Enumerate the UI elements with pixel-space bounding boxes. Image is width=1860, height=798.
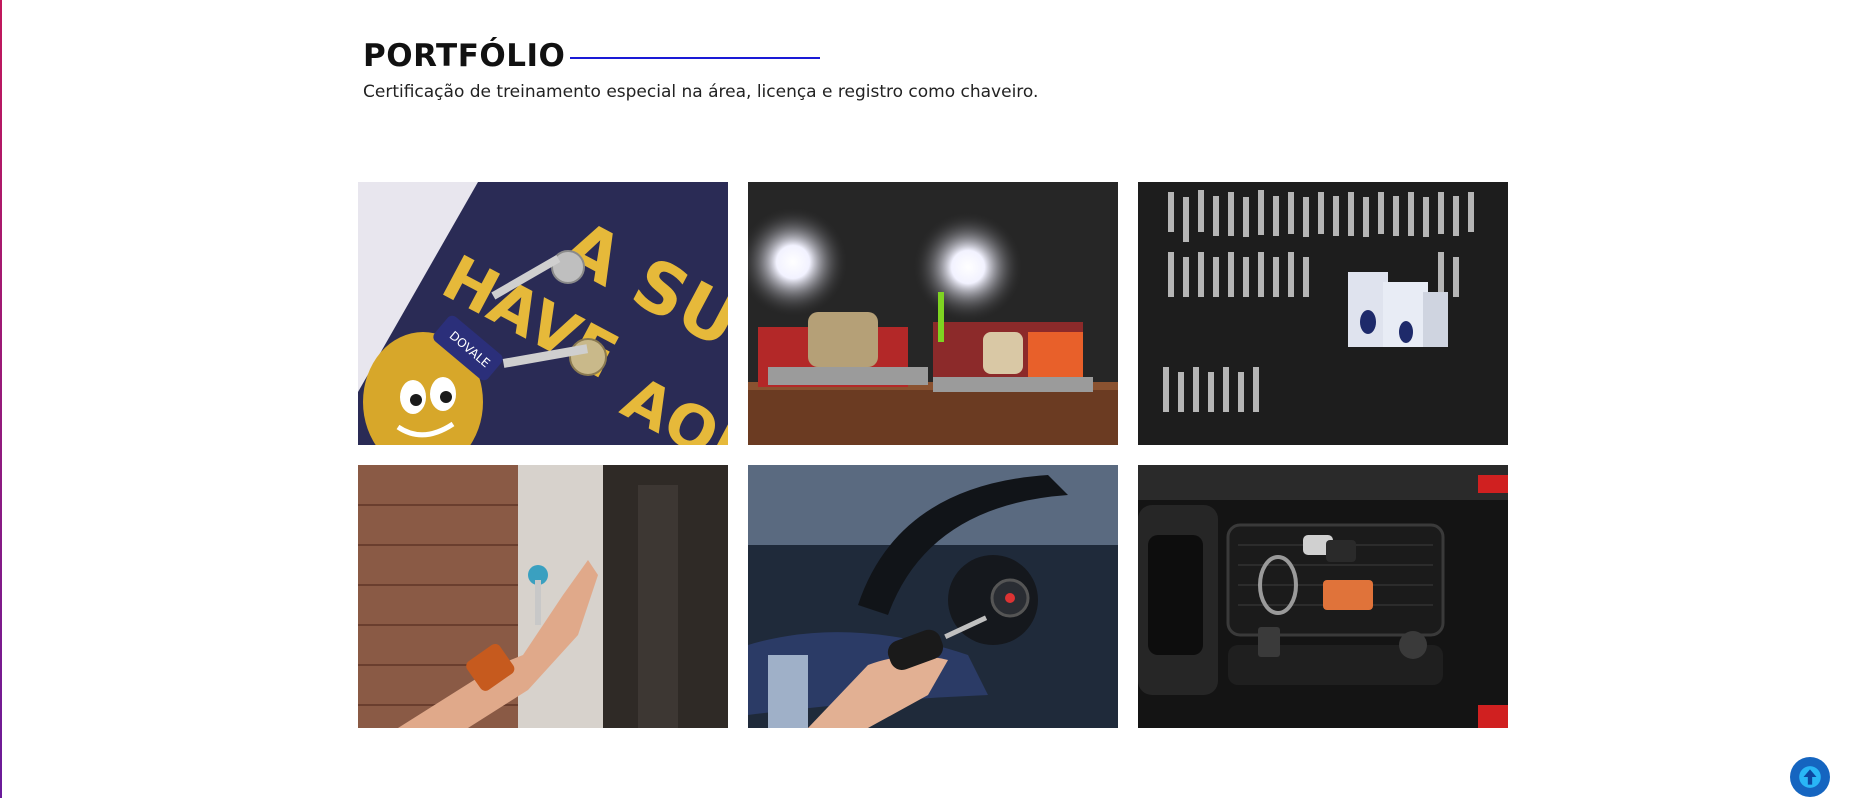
portfolio-gallery: HAVE A SU AQU DOVALE [358, 182, 1510, 728]
portfolio-section: PORTFÓLIO Certificação de treinamento es… [363, 38, 1513, 102]
car-key-ignition-image [748, 465, 1118, 728]
keys-on-car-console-image [1138, 465, 1508, 728]
gallery-image-key-cutting-machines[interactable] [748, 182, 1118, 445]
portfolio-subtitle: Certificação de treinamento especial na … [363, 82, 1039, 102]
gallery-image-keys-on-car-console[interactable] [1138, 465, 1508, 728]
gallery-image-hand-holding-key[interactable] [358, 465, 728, 728]
key-wall-display-image [1138, 182, 1508, 445]
portfolio-title: PORTFÓLIO [363, 38, 566, 74]
gallery-image-keys-on-banner[interactable]: HAVE A SU AQU DOVALE [358, 182, 728, 445]
keys-on-banner-image: HAVE A SU AQU DOVALE [358, 182, 728, 445]
arrow-up-icon [1799, 766, 1821, 788]
portfolio-title-row: PORTFÓLIO [363, 38, 1513, 74]
left-accent-bar [0, 0, 2, 798]
title-underline [570, 56, 821, 59]
scroll-to-top-button[interactable] [1790, 757, 1830, 797]
key-cutting-machines-image [748, 182, 1118, 445]
hand-holding-key-image [358, 465, 728, 728]
gallery-image-key-wall-display[interactable] [1138, 182, 1508, 445]
gallery-image-car-key-ignition[interactable] [748, 465, 1118, 728]
